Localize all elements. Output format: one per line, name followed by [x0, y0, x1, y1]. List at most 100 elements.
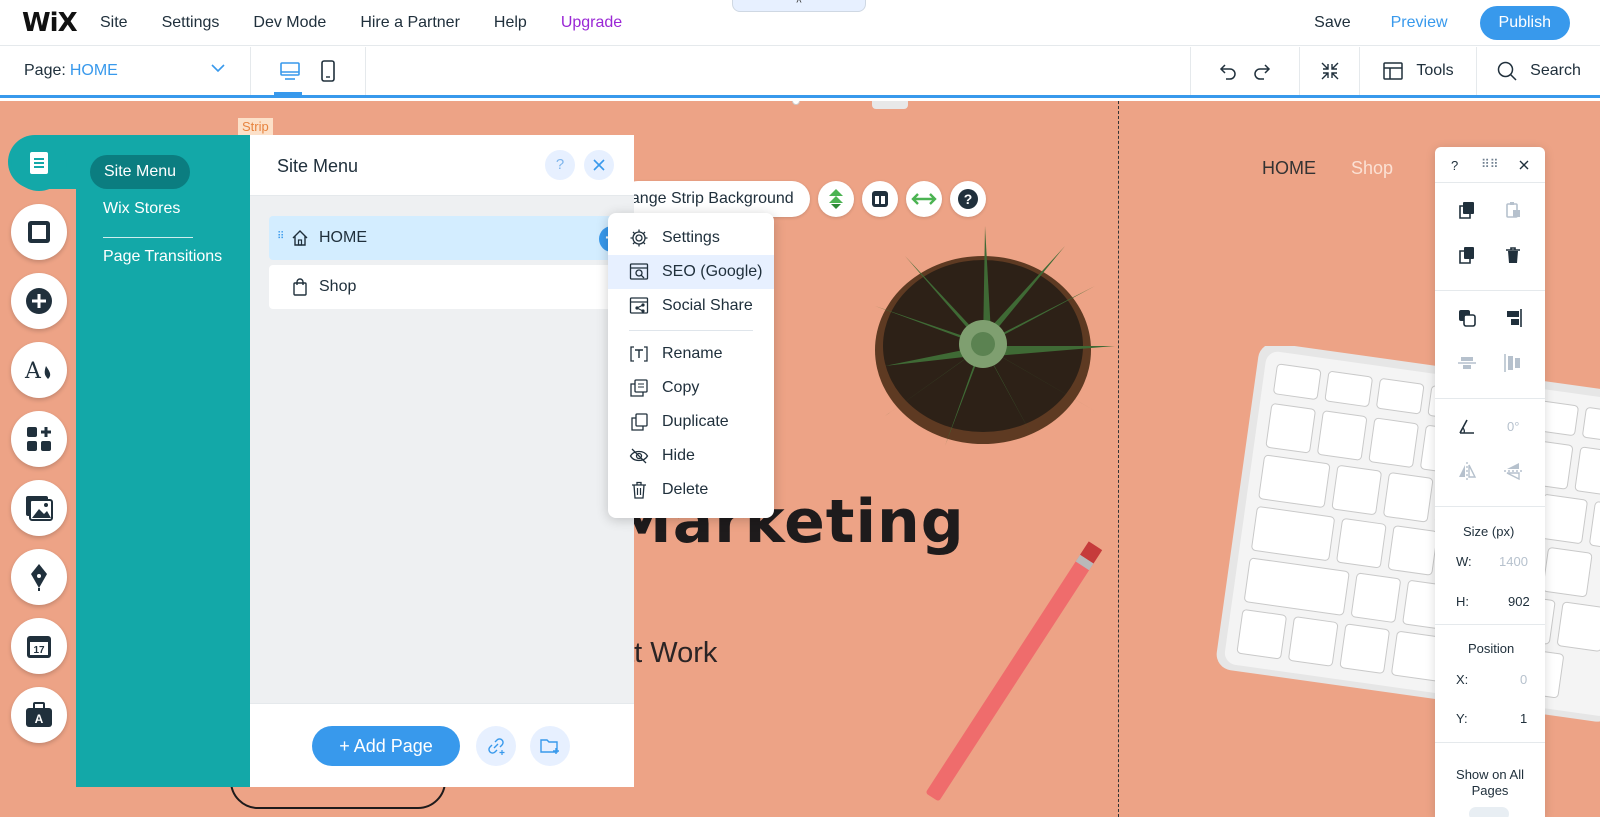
- flip-vertical-icon[interactable]: [1502, 460, 1524, 482]
- strip-drag-handle[interactable]: [872, 101, 908, 109]
- pages-button[interactable]: [11, 135, 67, 191]
- menu-dev-mode[interactable]: Dev Mode: [253, 14, 326, 32]
- menu-item-copy[interactable]: Copy: [608, 371, 774, 405]
- show-on-all-pages-toggle[interactable]: [1469, 807, 1509, 817]
- rotate-icon[interactable]: [1456, 415, 1478, 437]
- preview-button[interactable]: Preview: [1391, 14, 1448, 32]
- rename-icon: [629, 344, 649, 364]
- paste-icon[interactable]: [1502, 199, 1524, 221]
- tools-help-button[interactable]: ?: [1451, 158, 1458, 173]
- add-page-button[interactable]: + Add Page: [312, 726, 460, 766]
- delete-icon[interactable]: [1502, 244, 1524, 266]
- menu-item-label: Delete: [662, 481, 709, 498]
- search-button[interactable]: Search: [1476, 47, 1600, 95]
- add-folder-button[interactable]: [530, 726, 570, 766]
- mobile-icon[interactable]: [320, 60, 336, 82]
- menu-item-delete[interactable]: Delete: [608, 473, 774, 507]
- drag-grip-icon[interactable]: ⠿⠿: [1481, 157, 1499, 171]
- menu-item-settings[interactable]: Settings: [608, 221, 774, 255]
- menu-upgrade[interactable]: Upgrade: [561, 14, 622, 32]
- publish-button[interactable]: Publish: [1479, 6, 1570, 40]
- blog-button[interactable]: [11, 549, 67, 605]
- wix-logo[interactable]: WiX: [22, 8, 78, 38]
- nav-page-transitions[interactable]: Page Transitions: [103, 248, 222, 266]
- nav-wix-stores[interactable]: Wix Stores: [103, 200, 180, 218]
- undo-redo-group: [1190, 47, 1299, 95]
- stretch-arrows-icon: [910, 193, 937, 205]
- flip-horizontal-icon[interactable]: [1456, 460, 1478, 482]
- match-size-icon[interactable]: [1502, 352, 1524, 374]
- undo-icon[interactable]: [1217, 60, 1239, 82]
- bookings-button[interactable]: 17: [11, 618, 67, 674]
- add-button[interactable]: [11, 273, 67, 329]
- save-button[interactable]: Save: [1314, 14, 1350, 32]
- menu-settings[interactable]: Settings: [162, 14, 220, 32]
- menu-hire-partner[interactable]: Hire a Partner: [360, 14, 460, 32]
- page-row-shop[interactable]: Shop: [269, 265, 619, 309]
- business-button[interactable]: A: [11, 687, 67, 743]
- position-label: Position: [1468, 641, 1515, 656]
- seo-icon: [629, 262, 649, 282]
- height-input[interactable]: 902: [1508, 594, 1530, 609]
- duplicate-icon[interactable]: [1456, 244, 1478, 266]
- menu-help[interactable]: Help: [494, 14, 527, 32]
- zoom-out-button[interactable]: [1299, 47, 1359, 95]
- menu-item-hide[interactable]: Hide: [608, 439, 774, 473]
- arrange-icon[interactable]: [1456, 307, 1478, 329]
- nav-site-menu[interactable]: Site Menu: [90, 155, 191, 189]
- panel-help-button[interactable]: ?: [545, 150, 575, 180]
- change-strip-background-button[interactable]: hange Strip Background: [620, 181, 810, 217]
- copy-icon[interactable]: [1456, 199, 1478, 221]
- layout-button[interactable]: [861, 181, 898, 217]
- background-icon: [28, 221, 50, 243]
- animation-button[interactable]: [817, 181, 854, 217]
- add-link-button[interactable]: [476, 726, 516, 766]
- media-button[interactable]: [11, 480, 67, 536]
- width-input[interactable]: 1400: [1499, 554, 1528, 569]
- tools-copy-section: [1435, 183, 1545, 291]
- copy-icon: [629, 378, 649, 398]
- resize-handle-dot[interactable]: [792, 101, 800, 105]
- drag-handle-icon[interactable]: ⠿: [277, 231, 284, 242]
- menu-item-seo[interactable]: SEO (Google): [608, 255, 774, 289]
- background-button[interactable]: [11, 204, 67, 260]
- top-menu: Site Settings Dev Mode Hire a Partner He…: [100, 0, 656, 46]
- panel-close-button[interactable]: [584, 150, 614, 180]
- site-nav-shop[interactable]: Shop: [1351, 158, 1393, 179]
- close-icon[interactable]: [1519, 160, 1529, 170]
- gear-icon: [629, 228, 649, 248]
- page-selector[interactable]: Page: HOME: [0, 47, 251, 95]
- height-label: H:: [1456, 594, 1469, 609]
- distribute-icon[interactable]: [1456, 352, 1478, 374]
- menu-site[interactable]: Site: [100, 14, 128, 32]
- rotation-value[interactable]: 0°: [1507, 419, 1519, 434]
- menu-item-social-share[interactable]: Social Share: [608, 289, 774, 323]
- apps-button[interactable]: [11, 411, 67, 467]
- redo-icon[interactable]: [1251, 60, 1273, 82]
- desktop-icon[interactable]: [279, 61, 301, 81]
- menu-item-label: Social Share: [662, 297, 753, 314]
- menu-item-rename[interactable]: Rename: [608, 337, 774, 371]
- site-nav-home[interactable]: HOME: [1262, 158, 1316, 179]
- stretch-button[interactable]: [905, 181, 942, 217]
- align-icon[interactable]: [1502, 307, 1524, 329]
- chevron-up-icon: ^: [796, 0, 802, 9]
- editor-toolbar: Page: HOME Tools Search: [0, 47, 1600, 98]
- x-input[interactable]: 0: [1520, 672, 1527, 687]
- tools-button[interactable]: Tools: [1359, 47, 1476, 95]
- tools-panel-header: ? ⠿⠿: [1435, 147, 1545, 183]
- pages-icon: [30, 152, 48, 174]
- design-button[interactable]: A: [11, 342, 67, 398]
- strip-toolbar: hange Strip Background ?: [620, 181, 986, 217]
- help-button[interactable]: ?: [949, 181, 986, 217]
- menu-item-label: Settings: [662, 229, 720, 246]
- y-input[interactable]: 1: [1520, 711, 1527, 726]
- page-label-shop: Shop: [319, 278, 357, 295]
- collapse-toolbar-tab[interactable]: ^: [732, 0, 866, 12]
- size-label: Size (px): [1463, 524, 1515, 539]
- page-row-home[interactable]: ⠿ HOME ···: [269, 216, 625, 260]
- folder-plus-icon: [540, 739, 559, 754]
- menu-item-duplicate[interactable]: Duplicate: [608, 405, 774, 439]
- tools-label: Tools: [1416, 62, 1454, 79]
- media-icon: [26, 496, 53, 521]
